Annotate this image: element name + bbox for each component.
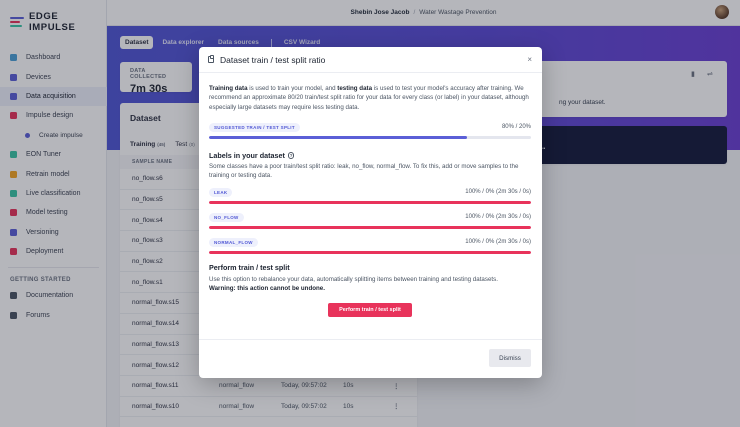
suggested-split-pill: SUGGESTED TRAIN / TEST SPLIT xyxy=(209,122,300,132)
close-button[interactable]: × xyxy=(527,55,532,64)
label-split-track xyxy=(209,251,531,254)
intro-bold-testing: testing data xyxy=(337,85,373,92)
modal-header: Dataset train / test split ratio × xyxy=(199,47,542,73)
label-split-value: 100% / 0% (2m 30s / 0s) xyxy=(465,214,531,220)
intro-text: Training data is used to train your mode… xyxy=(209,84,532,112)
perform-split-button[interactable]: Perform train / test split xyxy=(328,303,412,317)
intro-bold-training: Training data xyxy=(209,85,248,92)
labels-title-text: Labels in your dataset xyxy=(209,151,285,160)
dismiss-button[interactable]: Dismiss xyxy=(489,349,531,367)
split-ratio-modal: Dataset train / test split ratio × Train… xyxy=(199,47,542,378)
label-split-fill xyxy=(209,251,531,254)
label-split-fill xyxy=(209,226,531,229)
label-split-value: 100% / 0% (2m 30s / 0s) xyxy=(465,239,531,245)
labels-title: Labels in your dataset ? xyxy=(209,151,295,160)
label-split-fill xyxy=(209,201,531,204)
labels-note: Some classes have a poor train/test spli… xyxy=(209,163,519,180)
label-pill: LEAK xyxy=(209,187,233,197)
clipboard-icon xyxy=(208,54,214,64)
label-split-leak: LEAK 100% / 0% (2m 30s / 0s) xyxy=(209,187,531,204)
label-pill: NORMAL_FLOW xyxy=(209,237,258,247)
label-split-no-flow: NO_FLOW 100% / 0% (2m 30s / 0s) xyxy=(209,212,531,229)
warning-text: Warning: this action cannot be undone. xyxy=(209,285,325,293)
modal-title: Dataset train / test split ratio xyxy=(220,54,326,65)
help-icon[interactable]: ? xyxy=(287,152,295,159)
suggested-split-track xyxy=(209,136,531,139)
label-split-value: 100% / 0% (2m 30s / 0s) xyxy=(465,189,531,195)
intro-text-1: is used to train your model, and xyxy=(247,85,338,92)
perform-text: Use this option to rebalance your data, … xyxy=(209,275,532,294)
label-split-track xyxy=(209,201,531,204)
suggested-split-value: 80% / 20% xyxy=(501,124,531,130)
label-pill: NO_FLOW xyxy=(209,212,244,222)
label-split-normal-flow: NORMAL_FLOW 100% / 0% (2m 30s / 0s) xyxy=(209,237,531,254)
suggested-split: SUGGESTED TRAIN / TEST SPLIT 80% / 20% xyxy=(209,122,531,139)
modal-divider xyxy=(199,339,542,340)
perform-description: Use this option to rebalance your data, … xyxy=(209,276,498,283)
suggested-split-fill xyxy=(209,136,467,139)
label-split-track xyxy=(209,226,531,229)
perform-title: Perform train / test split xyxy=(209,263,290,272)
